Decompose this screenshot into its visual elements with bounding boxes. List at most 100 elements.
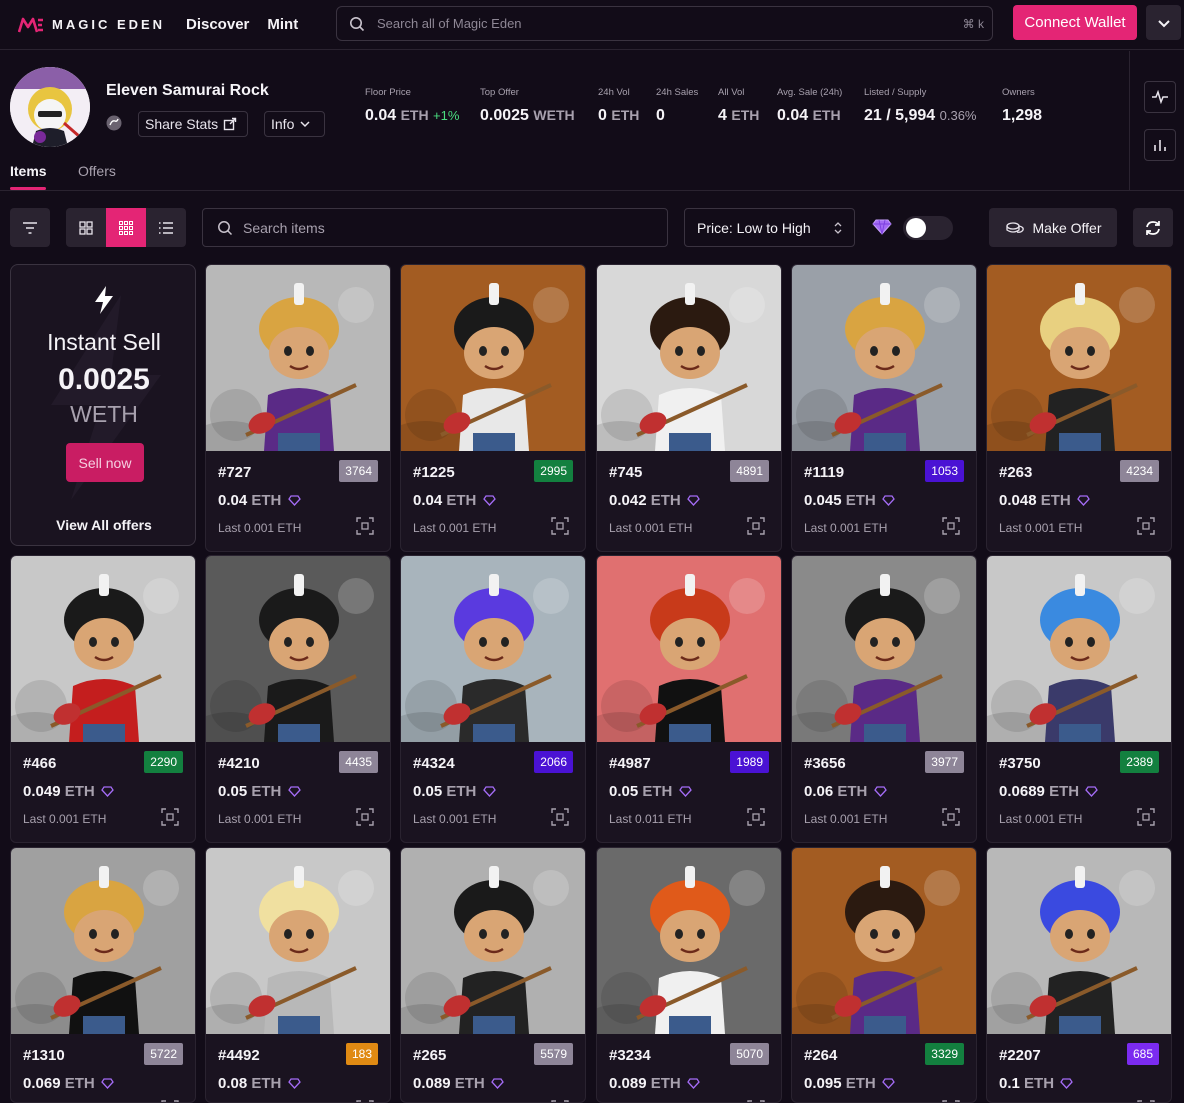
analytics-button[interactable]: [1144, 129, 1176, 161]
nft-name: #3750: [999, 755, 1041, 772]
tab-offers[interactable]: Offers: [78, 163, 116, 179]
grid-small-icon: [119, 220, 133, 235]
nft-name: #264: [804, 1047, 838, 1064]
nft-card-info: #727 3764 0.04 ETH Last 0.001 ETH: [206, 451, 390, 551]
nft-card[interactable]: #745 4891 0.042 ETH Last 0.001 ETH: [596, 264, 782, 552]
lightning-icon: [95, 286, 113, 314]
nft-card[interactable]: #1119 1053 0.045 ETH Last 0.001 ETH: [791, 264, 977, 552]
nft-image[interactable]: [11, 848, 195, 1034]
nft-card-info: #265 5579 0.089 ETH: [401, 1034, 585, 1102]
scan-icon[interactable]: [356, 808, 374, 826]
nft-image[interactable]: [987, 556, 1171, 742]
nft-last-sale: Last 0.001 ETH: [23, 812, 107, 826]
rarity-rank-badge: 4891: [730, 460, 769, 482]
nft-image[interactable]: [401, 556, 585, 742]
grid-large-view-button[interactable]: [66, 208, 106, 247]
scan-icon[interactable]: [551, 517, 569, 535]
share-icon: [223, 117, 237, 131]
nav-discover[interactable]: Discover: [186, 16, 249, 33]
nft-card[interactable]: #3234 5070 0.089 ETH: [596, 847, 782, 1103]
scan-icon[interactable]: [942, 808, 960, 826]
nft-card[interactable]: #1225 2995 0.04 ETH Last 0.001 ETH: [400, 264, 586, 552]
scan-icon[interactable]: [356, 517, 374, 535]
nft-card[interactable]: #4987 1989 0.05 ETH Last 0.011 ETH: [596, 555, 782, 843]
diamond-icon: [491, 1078, 504, 1089]
nft-card[interactable]: #4492 183 0.08 ETH: [205, 847, 391, 1103]
filter-button[interactable]: [10, 208, 50, 247]
scan-icon[interactable]: [551, 808, 569, 826]
nft-image[interactable]: [792, 556, 976, 742]
global-search-input[interactable]: [377, 16, 963, 31]
verified-chain-icon: [106, 115, 122, 131]
rarity-toggle[interactable]: [903, 216, 953, 240]
nft-price-unit: ETH: [64, 1075, 95, 1092]
nav-mint[interactable]: Mint: [267, 16, 298, 33]
nft-price: 0.06 ETH: [804, 783, 887, 800]
nft-card-info: #1225 2995 0.04 ETH Last 0.001 ETH: [401, 451, 585, 551]
nft-price: 0.05 ETH: [413, 783, 496, 800]
scan-icon[interactable]: [747, 808, 765, 826]
share-stats-button[interactable]: Share Stats: [138, 111, 248, 137]
grid-small-view-button[interactable]: [106, 208, 146, 247]
scan-icon[interactable]: [161, 808, 179, 826]
header-divider: [1129, 51, 1130, 191]
nft-card-info: #3750 2389 0.0689 ETH Last 0.001 ETH: [987, 742, 1171, 842]
nft-card[interactable]: #4210 4435 0.05 ETH Last 0.001 ETH: [205, 555, 391, 843]
nft-image[interactable]: [206, 265, 390, 451]
nft-image[interactable]: [11, 556, 195, 742]
nft-card[interactable]: #265 5579 0.089 ETH: [400, 847, 586, 1103]
nft-card[interactable]: #263 4234 0.048 ETH Last 0.001 ETH: [986, 264, 1172, 552]
scan-icon[interactable]: [747, 517, 765, 535]
list-view-button[interactable]: [146, 208, 186, 247]
items-toolbar: Price: Low to High Make Offer: [0, 207, 1184, 249]
tab-items[interactable]: Items: [10, 163, 47, 179]
nft-image[interactable]: [792, 265, 976, 451]
items-search-input[interactable]: [243, 219, 667, 236]
info-button[interactable]: Info: [264, 111, 325, 137]
nft-price-value: 0.05: [218, 783, 248, 800]
nft-image[interactable]: [987, 265, 1171, 451]
nft-price-value: 0.05: [609, 783, 639, 800]
nft-card[interactable]: #3656 3977 0.06 ETH Last 0.001 ETH: [791, 555, 977, 843]
nft-image[interactable]: [987, 848, 1171, 1034]
items-search[interactable]: [202, 208, 668, 247]
global-search[interactable]: ⌘ k: [336, 6, 993, 41]
make-offer-button[interactable]: Make Offer: [989, 208, 1117, 247]
sort-select[interactable]: Price: Low to High: [684, 208, 855, 247]
nft-card[interactable]: #4324 2066 0.05 ETH Last 0.001 ETH: [400, 555, 586, 843]
nft-art: [401, 265, 585, 451]
rarity-rank-badge: 1989: [730, 751, 769, 773]
nft-image[interactable]: [792, 848, 976, 1034]
nft-price: 0.05 ETH: [609, 783, 692, 800]
nft-image[interactable]: [401, 848, 585, 1034]
nft-image[interactable]: [597, 848, 781, 1034]
nft-name: #466: [23, 755, 57, 772]
sell-now-button[interactable]: Sell now: [66, 443, 144, 482]
diamond-icon: [1077, 495, 1090, 506]
refresh-button[interactable]: [1133, 208, 1173, 247]
account-menu-button[interactable]: [1146, 5, 1181, 40]
nft-art: [206, 265, 390, 451]
nft-card[interactable]: #466 2290 0.049 ETH Last 0.001 ETH: [10, 555, 196, 843]
nft-card[interactable]: #264 3329 0.095 ETH: [791, 847, 977, 1103]
nft-image[interactable]: [597, 556, 781, 742]
activity-chart-button[interactable]: [1144, 81, 1176, 113]
nft-image[interactable]: [597, 265, 781, 451]
nft-card[interactable]: #2207 685 0.1 ETH: [986, 847, 1172, 1103]
diamond-icon: [287, 1078, 301, 1089]
nft-card[interactable]: #1310 5722 0.069 ETH Last 0.001 ETH: [10, 847, 196, 1103]
nft-price: 0.08 ETH: [218, 1075, 301, 1092]
connect-wallet-button[interactable]: Connect Wallet: [1013, 5, 1137, 40]
scan-icon[interactable]: [942, 517, 960, 535]
nft-card[interactable]: #3750 2389 0.0689 ETH Last 0.001 ETH: [986, 555, 1172, 843]
rarity-rank-badge: 3329: [925, 1043, 964, 1065]
nft-image[interactable]: [401, 265, 585, 451]
scan-icon[interactable]: [1137, 808, 1155, 826]
scan-icon[interactable]: [1137, 517, 1155, 535]
view-all-offers-link[interactable]: View All offers: [11, 517, 195, 533]
nft-image[interactable]: [206, 556, 390, 742]
rarity-rank-badge: 2995: [534, 460, 573, 482]
nft-card[interactable]: #727 3764 0.04 ETH Last 0.001 ETH: [205, 264, 391, 552]
magic-eden-logo[interactable]: MAGIC EDEN: [18, 17, 168, 33]
nft-image[interactable]: [206, 848, 390, 1034]
